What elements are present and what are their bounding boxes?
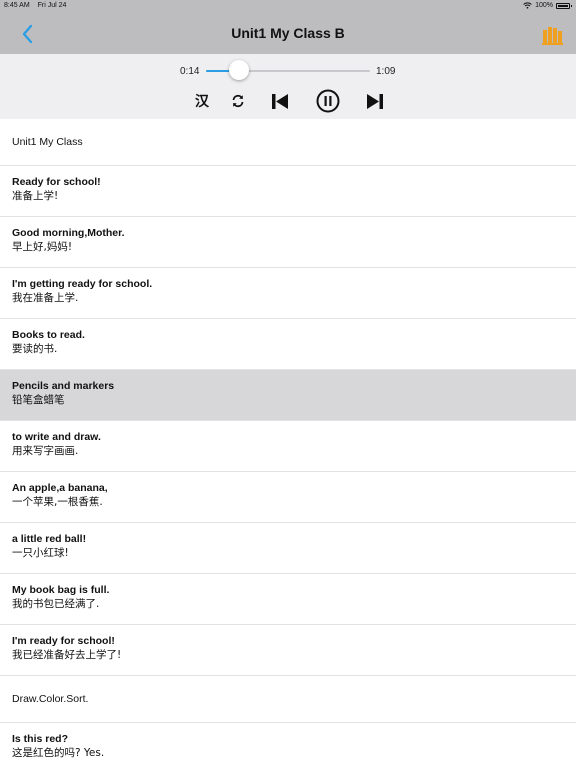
page-title: Unit1 My Class B [231,25,345,41]
next-button[interactable] [365,88,385,114]
sentence-english: a little red ball! [12,533,87,545]
translation-toggle-label: 汉 [195,93,209,109]
list-item-selected[interactable]: Pencils and markers 铅笔盒蜡笔 [0,370,576,421]
loop-button[interactable] [228,88,248,114]
list-item[interactable]: Ready for school! 准备上学! [0,166,576,217]
sentence-english: Ready for school! [12,176,101,188]
wifi-icon [523,2,532,9]
list-item[interactable]: I'm ready for school! 我已经准备好去上学了! [0,625,576,676]
sentence-chinese: 我在准备上学. [12,292,79,304]
duration-time: 1:09 [376,66,396,77]
sentence-chinese: 准备上学! [12,190,59,202]
sentence-english: Is this red? [12,733,69,745]
sentence-english: An apple,a banana, [12,482,108,494]
status-left: 8:45 AM Fri Jul 24 [4,2,66,9]
sentence-chinese: 这是红色的吗? Yes. [12,747,105,759]
progress-thumb[interactable] [228,60,249,80]
back-button[interactable] [16,22,38,46]
status-time: 8:45 AM [4,2,30,9]
list-item[interactable]: Books to read. 要读的书. [0,319,576,370]
sentence-chinese: 要读的书. [12,343,58,355]
list-item[interactable]: Is this red? 这是红色的吗? Yes. [0,723,576,768]
sentence-chinese: 一个苹果,一根香蕉. [12,496,103,508]
sentence-chinese: 我的书包已经满了. [12,598,100,610]
chevron-left-icon [22,24,33,44]
pause-button[interactable] [315,88,341,114]
sentence-english: I'm getting ready for school. [12,278,153,290]
pause-icon [316,89,340,113]
sentence-chinese: 铅笔盒蜡笔 [12,394,65,406]
sentence-english: Good morning,Mother. [12,227,125,239]
sentence-chinese: 我已经准备好去上学了! [12,649,122,661]
status-right: 100% [523,2,572,9]
sentence-chinese: 用来写字画画. [12,445,79,457]
sentence-chinese: 一只小红球! [12,547,69,559]
sentence-english: I'm ready for school! [12,635,115,647]
sentence-english: Draw.Color.Sort. [12,693,89,705]
list-item[interactable]: a little red ball! 一只小红球! [0,523,576,574]
list-item[interactable]: I'm getting ready for school. 我在准备上学. [0,268,576,319]
previous-button[interactable] [270,88,290,114]
sentence-english: Unit1 My Class [12,136,83,148]
sentence-list: Unit1 My Class Ready for school! 准备上学! G… [0,119,576,768]
status-bar: 8:45 AM Fri Jul 24 100% [0,0,576,12]
sentence-chinese: 早上好,妈妈! [12,241,73,253]
books-icon [542,27,563,45]
previous-icon [272,93,288,109]
list-item[interactable]: to write and draw. 用来写字画画. [0,421,576,472]
list-item[interactable]: Draw.Color.Sort. [0,676,576,723]
battery-fill [558,4,568,7]
next-icon [367,93,383,109]
list-item[interactable]: An apple,a banana, 一个苹果,一根香蕉. [0,472,576,523]
battery-percent: 100% [535,2,553,9]
list-item[interactable]: My book bag is full. 我的书包已经满了. [0,574,576,625]
sentence-english: Books to read. [12,329,85,341]
sentence-english: My book bag is full. [12,584,110,596]
battery-icon [556,2,572,9]
bookshelf-button[interactable] [542,23,564,45]
list-item[interactable]: Unit1 My Class [0,119,576,166]
loop-icon [232,94,244,108]
list-item[interactable]: Good morning,Mother. 早上好,妈妈! [0,217,576,268]
audio-player: 0:14 1:09 汉 [0,54,576,119]
status-date: Fri Jul 24 [37,2,67,9]
navigation-bar: Unit1 My Class B [0,12,576,54]
sentence-english: to write and draw. [12,431,101,443]
sentence-english: Pencils and markers [12,380,115,392]
translation-toggle-button[interactable]: 汉 [192,88,212,114]
current-time: 0:14 [180,66,200,77]
